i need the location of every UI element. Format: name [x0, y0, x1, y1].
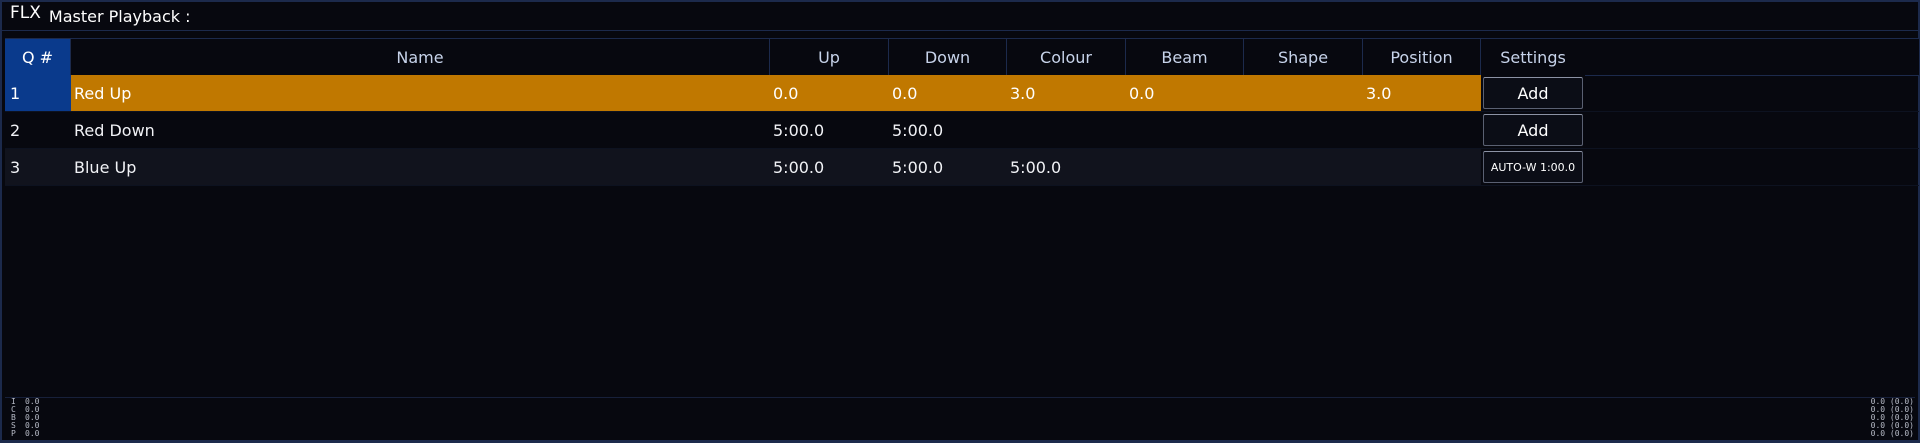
cue-name[interactable]: Blue Up	[71, 149, 770, 185]
column-header-name[interactable]: Name	[71, 39, 770, 75]
cue-up-time[interactable]: 0.0	[770, 75, 889, 111]
cue-number: 3	[5, 149, 71, 185]
status-value: 0.0	[25, 429, 40, 438]
cue-settings-cell: Add	[1481, 75, 1585, 111]
column-header-settings[interactable]: Settings	[1481, 39, 1585, 75]
column-header-up[interactable]: Up	[770, 39, 889, 75]
cue-settings-cell: AUTO-W 1:00.0	[1481, 149, 1585, 185]
status-divider	[5, 397, 1915, 398]
column-header-colour[interactable]: Colour	[1007, 39, 1126, 75]
attribute-times-left: I 0.0 C 0.0 B 0.0 S 0.0 P 0.0	[11, 398, 39, 438]
cue-name[interactable]: Red Down	[71, 112, 770, 148]
flx-logo: FLX	[10, 2, 41, 23]
cue-shape-time[interactable]	[1244, 112, 1363, 148]
cue-list: 1 Red Up 0.0 0.0 3.0 0.0 3.0 Add 2 Red D…	[5, 75, 1919, 186]
cue-beam-time[interactable]	[1126, 149, 1244, 185]
status-label: P	[11, 429, 16, 438]
cue-down-time[interactable]: 5:00.0	[889, 112, 1007, 148]
cue-number: 1	[5, 75, 71, 111]
cue-colour-time[interactable]: 5:00.0	[1007, 149, 1126, 185]
column-header-down[interactable]: Down	[889, 39, 1007, 75]
cue-up-time[interactable]: 5:00.0	[770, 112, 889, 148]
cue-beam-time[interactable]	[1126, 112, 1244, 148]
cue-shape-time[interactable]	[1244, 149, 1363, 185]
cue-shape-time[interactable]	[1244, 75, 1363, 111]
auto-wait-settings-button[interactable]: AUTO-W 1:00.0	[1483, 151, 1583, 183]
cue-beam-time[interactable]: 0.0	[1126, 75, 1244, 111]
column-header-shape[interactable]: Shape	[1244, 39, 1363, 75]
column-header-beam[interactable]: Beam	[1126, 39, 1244, 75]
cue-name[interactable]: Red Up	[71, 75, 770, 111]
cue-number: 2	[10, 120, 21, 140]
title-bar: FLX Master Playback :	[2, 2, 1918, 31]
bottom-border	[2, 440, 1918, 441]
cue-position-time[interactable]	[1363, 112, 1481, 148]
add-settings-button[interactable]: Add	[1483, 114, 1583, 146]
column-header-q-number[interactable]: Q #	[5, 39, 71, 75]
cue-up-time[interactable]: 5:00.0	[770, 149, 889, 185]
table-header: Q # Name Up Down Colour Beam Shape Posit…	[5, 38, 1919, 76]
status-value: 0.0 (0.0)	[1870, 429, 1914, 438]
add-settings-button[interactable]: Add	[1483, 77, 1583, 109]
cue-position-time[interactable]	[1363, 149, 1481, 185]
attribute-times-right: 0.0 (0.0) 0.0 (0.0) 0.0 (0.0) 0.0 (0.0) …	[1871, 398, 1914, 438]
window-title: Master Playback :	[48, 6, 191, 26]
column-header-position[interactable]: Position	[1363, 39, 1481, 75]
cue-down-time[interactable]: 5:00.0	[889, 149, 1007, 185]
cue-settings-cell: Add	[1481, 112, 1585, 148]
master-playback-window: FLX Master Playback : Q # Name Up Down C…	[0, 0, 1920, 443]
cue-position-time[interactable]: 3.0	[1363, 75, 1481, 111]
table-row[interactable]: 2 Red Down 5:00.0 5:00.0 Add	[5, 112, 1919, 149]
table-row[interactable]: 3 Blue Up 5:00.0 5:00.0 5:00.0 AUTO-W 1:…	[5, 149, 1919, 186]
cue-colour-time[interactable]: 3.0	[1007, 75, 1126, 111]
cue-colour-time[interactable]	[1007, 112, 1126, 148]
cue-down-time[interactable]: 0.0	[889, 75, 1007, 111]
table-row[interactable]: 1 Red Up 0.0 0.0 3.0 0.0 3.0 Add	[5, 75, 1919, 112]
